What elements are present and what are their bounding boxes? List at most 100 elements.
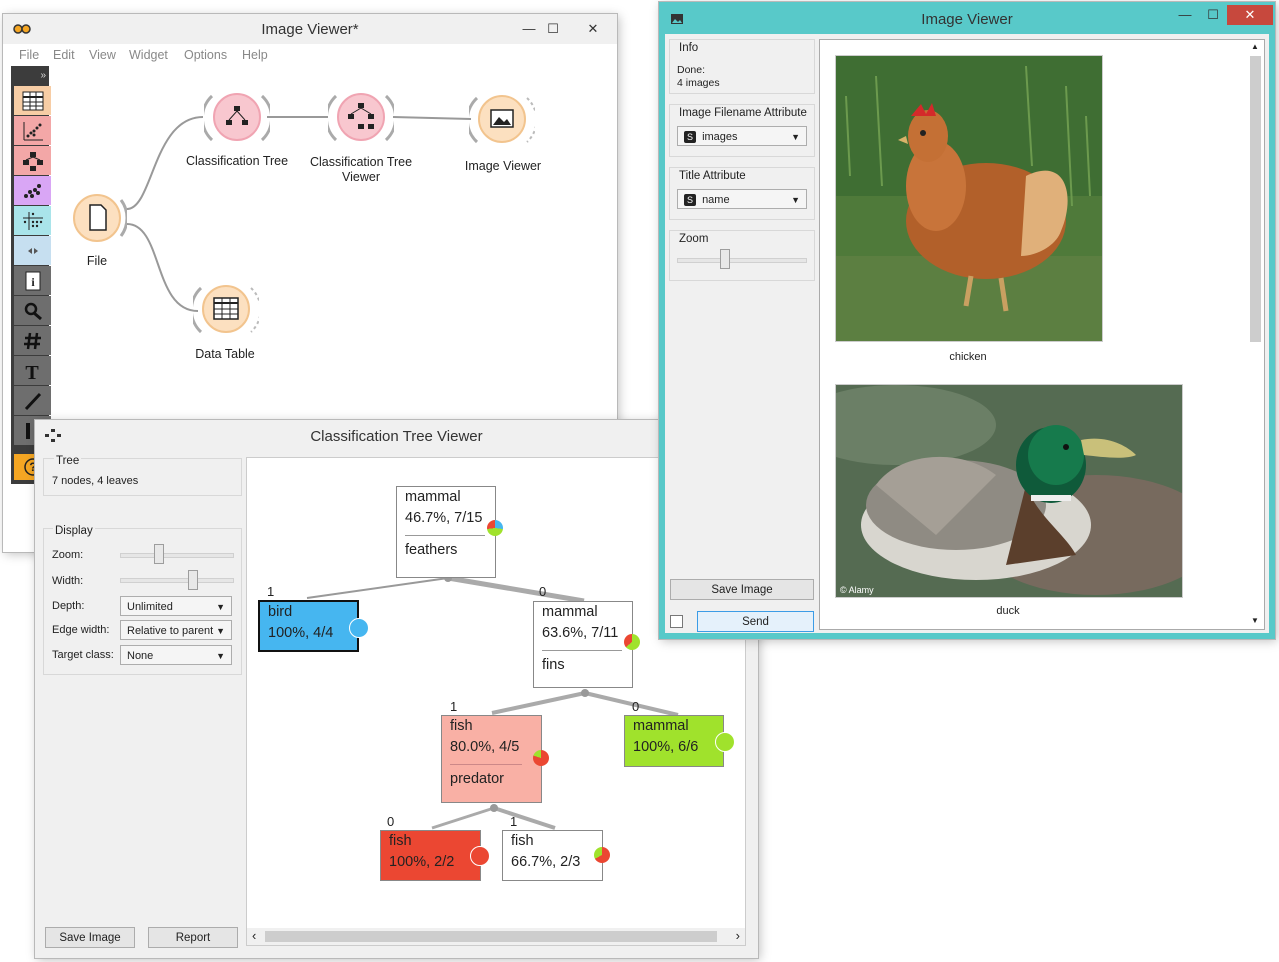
tree-node-fish[interactable]: fish 80.0%, 4/5 predator [441,715,542,803]
node-class: fish [450,718,473,734]
scrollbar-thumb[interactable] [1250,56,1261,342]
scroll-right-icon[interactable]: › [736,928,740,943]
node-class: bird [268,604,293,620]
string-type-icon: S [684,131,696,144]
chicken-image[interactable] [835,55,1103,342]
maximize-button[interactable]: ☐ [1199,5,1227,25]
file-widget[interactable] [71,192,129,248]
depth-select[interactable]: Unlimited ▼ [120,596,232,616]
title-attribute-value: name [702,194,730,206]
menu-edit[interactable]: Edit [53,48,75,62]
fish-white-pie-chart [594,847,610,863]
menu-file[interactable]: File [19,48,39,62]
scroll-left-icon[interactable]: ‹ [252,928,256,943]
send-button[interactable]: Send [697,611,814,632]
scroll-down-icon[interactable]: ▼ [1251,616,1259,625]
data-table-icon[interactable] [14,86,51,115]
width-slider-handle[interactable] [188,570,198,590]
classification-tree-label: Classification Tree [185,154,289,168]
scrollbar-thumb[interactable] [265,931,717,942]
maximize-button[interactable]: ☐ [539,19,567,39]
grid-icon[interactable] [14,206,51,235]
node-divider [405,535,485,536]
tree-viewer-window: Classification Tree Viewer Tree 7 nodes,… [35,420,758,958]
search-icon[interactable] [14,296,51,325]
node-stat: 100%, 2/2 [389,854,455,870]
image-zoom-slider-track[interactable] [677,258,807,263]
target-class-select[interactable]: None ▼ [120,645,232,665]
tree-node-mammal-leaf[interactable]: mammal 100%, 6/6 [624,715,724,767]
classification-tree-widget[interactable] [200,90,274,146]
vertical-scrollbar[interactable]: ▲ ▼ [1247,40,1264,627]
root-pie-chart [487,520,503,536]
scatter-colored-icon[interactable] [14,176,51,205]
duck-photo [836,385,1182,597]
edge-label-fish-red: 0 [387,814,395,829]
width-slider-track[interactable] [120,578,234,583]
tree-viewer-widget[interactable] [324,90,398,146]
edge-label-mammal-leaf: 0 [632,699,640,714]
tree-viewer-title: Classification Tree Viewer [310,428,483,445]
tree-node-fish-red[interactable]: fish 100%, 2/2 [380,830,481,881]
zoom-slider-track[interactable] [120,553,234,558]
pen-icon[interactable] [14,386,51,415]
display-box-title: Display [53,525,95,537]
report-button[interactable]: Report [148,927,238,948]
edge-width-select[interactable]: Relative to parent ▼ [120,620,232,640]
mammal-leaf-pie-chart [715,732,735,752]
zoom-slider-handle[interactable] [154,544,164,564]
menu-view[interactable]: View [89,48,116,62]
info-box: Info Done: 4 images [669,39,815,94]
menu-bar: File Edit View Widget Options Help [3,44,617,66]
zoom-box: Zoom [669,230,815,281]
horizontal-scrollbar[interactable]: ‹ › [247,928,745,945]
data-table-widget[interactable] [189,282,262,338]
node-stat: 63.6%, 7/11 [542,625,619,641]
auto-send-checkbox[interactable] [670,615,683,628]
tree-node-fish-white[interactable]: fish 66.7%, 2/3 [502,830,603,881]
image-gallery[interactable]: chicken © Alamy duck ▲ ▼ [819,39,1265,630]
filename-box-title: Image Filename Attribute [679,107,807,119]
image-zoom-slider-handle[interactable] [720,249,730,269]
save-image-button[interactable]: Save Image [670,579,814,600]
tree-icon[interactable] [14,146,51,175]
info-count: 4 images [677,77,720,89]
title-attribute-select[interactable]: S name ▼ [677,189,807,209]
toolbox-collapse-button[interactable]: » [40,70,46,81]
close-button[interactable]: ✕ [1227,5,1273,25]
filename-attribute-select[interactable]: S images ▼ [677,126,807,146]
node-class: fish [389,833,412,849]
tree-info-text: 7 nodes, 4 leaves [52,475,139,487]
scatter-plot-icon[interactable] [14,116,51,145]
hash-icon[interactable] [14,326,51,355]
canvas-titlebar[interactable]: Image Viewer* — ☐ ✕ [3,14,617,44]
image-viewer-widget[interactable] [465,92,538,148]
title-box-title: Title Attribute [679,170,746,182]
depth-label: Depth: [52,600,85,612]
zoom-box-title: Zoom [679,233,709,245]
image-viewer-titlebar[interactable]: Image Viewer — ☐ ✕ [659,2,1275,34]
tree-viewer-titlebar[interactable]: Classification Tree Viewer [35,420,758,452]
node-split: predator [450,771,505,787]
edge-label-mammal: 0 [539,584,547,599]
tree-node-mammal[interactable]: mammal 63.6%, 7/11 fins [533,601,633,688]
info-icon[interactable]: i [14,266,51,295]
menu-help[interactable]: Help [242,48,268,62]
string-type-icon: S [684,194,696,207]
tree-node-root[interactable]: mammal 46.7%, 7/15 feathers [396,486,496,578]
text-icon[interactable]: T [14,356,51,385]
chevron-down-icon: ▼ [791,195,800,205]
menu-options[interactable]: Options [184,48,227,62]
close-button[interactable]: ✕ [573,19,613,39]
duck-image[interactable]: © Alamy [835,384,1183,598]
node-stat: 100%, 6/6 [633,739,699,755]
node-class: mammal [633,718,689,734]
tree-info-box: Tree 7 nodes, 4 leaves [43,455,242,496]
filename-attribute-value: images [702,131,738,143]
arrows-icon[interactable] [14,236,51,265]
scroll-up-icon[interactable]: ▲ [1251,42,1259,51]
minimize-button[interactable]: — [1171,5,1199,25]
tree-node-bird[interactable]: bird 100%, 4/4 [258,600,359,652]
menu-widget[interactable]: Widget [129,48,168,62]
save-image-button[interactable]: Save Image [45,927,135,948]
